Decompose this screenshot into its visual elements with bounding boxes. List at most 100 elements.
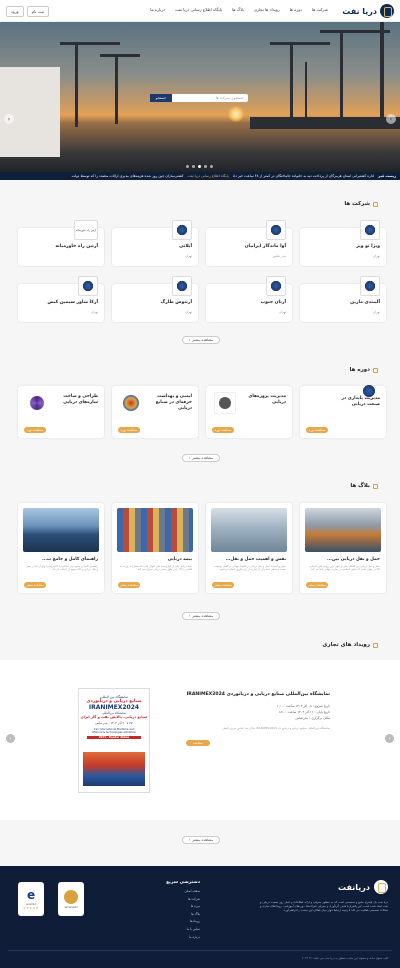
course-card[interactable]: ایمنی و بهداشت حرفه‌ای در صنایع دریایی م…: [112, 386, 198, 438]
course-card[interactable]: مدیریت پایداری در صنعت دریایی مشاهده دور…: [300, 384, 386, 438]
company-card[interactable]: ویژا تو ویژ تهران: [300, 220, 386, 266]
ticker-item[interactable]: پایگاه اطلاع رسانی دریا نفت: [187, 174, 228, 178]
footer-brand: دریانفت: [338, 882, 370, 892]
search-input[interactable]: جستجوی شرکت ها ...: [172, 96, 248, 100]
enamad-badge[interactable]: e enamad ★★★★★: [18, 882, 44, 916]
chevron-left-icon: ›: [188, 838, 191, 842]
company-card[interactable]: آرتین راه خاورمیانه آرتین راه خاورمیانه: [18, 220, 104, 266]
more-label: مشاهده بیشتر: [192, 838, 214, 842]
slider-dot[interactable]: [204, 165, 207, 168]
slider-dot-active[interactable]: [198, 165, 201, 168]
companies-more-button[interactable]: مشاهده بیشتر ›: [182, 336, 220, 344]
site-header: دریا نفت شرکت ها دوره ها رویداد ها تجاری…: [0, 0, 400, 22]
blog-more-button[interactable]: مشاهده بیشتر: [24, 582, 46, 588]
crane: [290, 42, 293, 122]
blog-title: راهنمای کامل و جامع ب...: [42, 557, 98, 562]
footer-link[interactable]: بلاگ ها: [166, 912, 200, 916]
crane: [115, 54, 118, 124]
company-card[interactable]: آلیبندی مارین تهران: [300, 276, 386, 322]
nav-companies[interactable]: شرکت ها: [312, 7, 328, 12]
blog-image: [305, 508, 381, 552]
blog-more-button[interactable]: مشاهده بیشتر: [306, 582, 328, 588]
poster-english: Iran International Maritime and offshore…: [79, 728, 149, 739]
company-logo: [172, 220, 192, 240]
blogs-more-button[interactable]: مشاهده بیشتر ›: [182, 612, 220, 620]
slider-next-icon[interactable]: ›: [386, 114, 396, 124]
slider-dot[interactable]: [210, 165, 213, 168]
chevron-left-icon: ›: [188, 614, 191, 618]
blog-card[interactable]: نقش و اهمیت حمل و نقل... نقش و اهمیت حمل…: [206, 503, 292, 593]
blog-card[interactable]: راهنمای کامل و جامع ب... راهنمای کامل و …: [18, 503, 104, 593]
footer-link[interactable]: صفحه اصلی: [166, 889, 200, 893]
company-card[interactable]: آرتان جنوب تهران: [206, 276, 292, 322]
news-ticker: زیست فیر اداره کشتیرانی استان هرمزگان از…: [0, 172, 400, 180]
course-card[interactable]: طراحی و ساخت سازه‌های دریایی مشاهده دوره: [18, 386, 104, 438]
site-logo[interactable]: دریا نفت: [342, 4, 394, 18]
company-name: آیلانی: [179, 244, 192, 249]
courses-more-button[interactable]: مشاهده بیشتر ›: [182, 454, 220, 462]
event-name[interactable]: نمایشگاه بین‌المللی صنایع دریایی و دریان…: [187, 692, 330, 697]
footer-link[interactable]: شرکت ها: [166, 897, 200, 901]
company-name: آرتان جنوب: [260, 300, 286, 305]
event-next-icon[interactable]: ›: [385, 734, 394, 743]
ticker-item[interactable]: اداره کشتیرانی استان هرمزگان از پرداخت د…: [233, 174, 375, 178]
course-name: ایمنی و بهداشت حرفه‌ای در صنایع دریایی: [155, 394, 192, 411]
footer-link[interactable]: رویدادها: [166, 919, 200, 923]
register-button[interactable]: ورود: [6, 6, 24, 17]
quick-links-title: دسترسی سریع: [166, 880, 200, 885]
company-card[interactable]: آرکا شاور سیمین کیش تهران: [18, 276, 104, 322]
badge-label: samandehi: [64, 905, 78, 909]
main-nav: شرکت ها دوره ها رویداد ها تجاری بلاگ ها …: [150, 7, 328, 12]
slider-prev-icon[interactable]: ‹: [4, 114, 14, 124]
nav-events[interactable]: رویداد ها تجاری: [254, 7, 280, 12]
crane: [75, 42, 78, 127]
company-card[interactable]: آرتنوس طارگ تهران: [112, 276, 198, 322]
company-city: تهران: [373, 254, 380, 258]
event-poster[interactable]: نمایشگاه بین المللی صنایع دریایی و دریان…: [78, 688, 150, 793]
nav-info-base[interactable]: پایگاه اطلاع رسانی دریا نفت: [175, 7, 222, 12]
company-card[interactable]: آوا ماندگار ایرانیان بندر عباس: [206, 220, 292, 266]
nav-courses[interactable]: دوره ها: [290, 7, 302, 12]
events-title: رویداد های تجاری: [322, 642, 370, 648]
poster-line: صنایع دریایی، پالایش نفت و گاز ایران: [80, 715, 148, 719]
company-name: ویژا تو ویژ: [356, 244, 380, 249]
blog-more-button[interactable]: مشاهده بیشتر: [118, 582, 140, 588]
footer-link[interactable]: درباره ما: [166, 935, 200, 939]
company-logo: [266, 276, 286, 296]
auth-buttons: ثبت نام ورود: [6, 6, 49, 17]
footer-link[interactable]: دوره ها: [166, 904, 200, 908]
section-icon: [373, 483, 378, 489]
company-logo: [78, 276, 98, 296]
course-name: مدیریت پایداری در صنعت دریایی: [341, 396, 380, 407]
company-card[interactable]: آیلانی تهران: [112, 220, 198, 266]
samandehi-badge[interactable]: samandehi: [58, 882, 84, 916]
company-name: آرکا شاور سیمین کیش: [47, 300, 98, 305]
poster-line: 2024 - Bandar Abbas: [87, 736, 141, 739]
event-view-button[interactable]: مشاهده: [186, 740, 210, 746]
course-view-button[interactable]: مشاهده دوره: [118, 427, 140, 433]
course-view-button[interactable]: مشاهده دوره: [306, 427, 328, 433]
slider-dot[interactable]: [186, 165, 189, 168]
blog-card[interactable]: حمل و نقل دریایی بین... حمل و نقل دریایی…: [300, 503, 386, 593]
slider-dots: [186, 165, 213, 168]
footer-logo[interactable]: دریانفت: [338, 880, 388, 894]
nav-blogs[interactable]: بلاگ ها: [232, 7, 244, 12]
events-more-button[interactable]: مشاهده بیشتر ›: [182, 836, 220, 844]
footer-link[interactable]: تماس با ما: [166, 927, 200, 931]
crane-arm: [100, 54, 140, 57]
company-name: آوا ماندگار ایرانیان: [244, 244, 286, 249]
nav-about[interactable]: درباره ما: [150, 7, 165, 12]
blog-more-button[interactable]: مشاهده بیشتر: [212, 582, 234, 588]
event-prev-icon[interactable]: ‹: [6, 734, 15, 743]
course-card[interactable]: مدیریت پروژه‌های دریایی مشاهده دوره: [206, 386, 292, 438]
search-button[interactable]: جستجو: [150, 94, 172, 102]
blog-card[interactable]: بیمه دریایی بیمه دریایی یکی از انواع بیم…: [112, 503, 198, 593]
course-view-button[interactable]: مشاهده دوره: [24, 427, 46, 433]
login-button[interactable]: ثبت نام: [26, 6, 49, 17]
brand-name: دریا نفت: [342, 6, 377, 16]
company-city: تهران: [91, 310, 98, 314]
course-view-button[interactable]: مشاهده دوره: [212, 427, 234, 433]
course-logo: [214, 392, 236, 414]
slider-dot[interactable]: [192, 165, 195, 168]
ticker-item[interactable]: کشتی‌سازان چین روز شده هزینه‌های مدیری ا…: [72, 174, 184, 178]
